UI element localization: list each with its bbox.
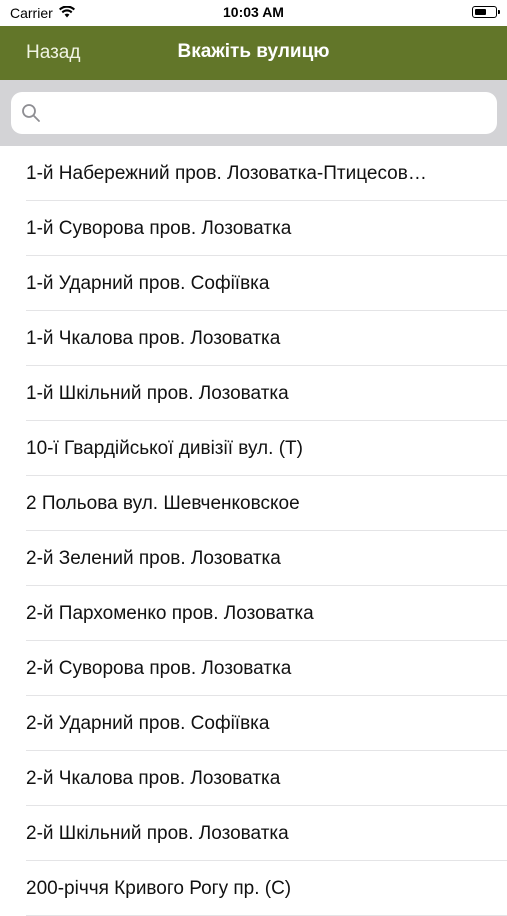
list-item[interactable]: 2-й Шкільний пров. Лозоватка — [0, 806, 507, 861]
search-bar — [0, 80, 507, 146]
street-name: 10-ї Гвардійської дивізії вул. (Т) — [26, 438, 303, 459]
list-item[interactable]: 2-й Суворова пров. Лозоватка — [0, 641, 507, 696]
list-item[interactable]: 2-й Чкалова пров. Лозоватка — [0, 751, 507, 806]
search-input[interactable] — [47, 92, 491, 136]
street-name: 1-й Набережний пров. Лозоватка-Птицесов… — [26, 163, 427, 184]
street-name: 2-й Пархоменко пров. Лозоватка — [26, 603, 314, 624]
page-title: Вкажіть вулицю — [177, 41, 330, 62]
status-bar: Carrier 10:03 AM — [0, 0, 507, 26]
street-name: 2-й Суворова пров. Лозоватка — [26, 658, 292, 679]
list-item[interactable]: 1-й Суворова пров. Лозоватка — [0, 201, 507, 256]
list-item[interactable]: 2-й Зелений пров. Лозоватка — [0, 531, 507, 586]
street-list: 1-й Набережний пров. Лозоватка-Птицесов…… — [0, 146, 507, 916]
list-item[interactable]: 2-й Пархоменко пров. Лозоватка — [0, 586, 507, 641]
street-name: 2-й Ударний пров. Софіївка — [26, 713, 270, 734]
list-item[interactable]: 1-й Набережний пров. Лозоватка-Птицесов… — [0, 146, 507, 201]
street-name: 1-й Ударний пров. Софіївка — [26, 273, 270, 294]
street-name: 1-й Суворова пров. Лозоватка — [26, 218, 292, 239]
street-name: 2-й Шкільний пров. Лозоватка — [26, 823, 289, 844]
street-name: 1-й Шкільний пров. Лозоватка — [26, 383, 289, 404]
list-item[interactable]: 10-ї Гвардійської дивізії вул. (Т) — [0, 421, 507, 476]
street-name: 2-й Зелений пров. Лозоватка — [26, 548, 281, 569]
list-item[interactable]: 200-річчя Кривого Рогу пр. (С) — [0, 861, 507, 916]
battery-icon — [472, 6, 500, 18]
list-item[interactable]: 2-й Ударний пров. Софіївка — [0, 696, 507, 751]
list-item[interactable]: 2 Польова вул. Шевченковское — [0, 476, 507, 531]
search-field[interactable] — [11, 92, 497, 136]
navigation-bar: Назад Вкажіть вулицю — [0, 26, 507, 80]
street-name: 2-й Чкалова пров. Лозоватка — [26, 768, 281, 789]
list-item[interactable]: 1-й Чкалова пров. Лозоватка — [0, 311, 507, 366]
search-icon — [21, 103, 41, 128]
street-name: 200-річчя Кривого Рогу пр. (С) — [26, 878, 292, 899]
street-name: 2 Польова вул. Шевченковское — [26, 493, 300, 514]
status-time: 10:03 AM — [223, 4, 284, 20]
list-item[interactable]: 1-й Ударний пров. Софіївка — [0, 256, 507, 311]
street-name: 1-й Чкалова пров. Лозоватка — [26, 328, 281, 349]
list-item[interactable]: 1-й Шкільний пров. Лозоватка — [0, 366, 507, 421]
